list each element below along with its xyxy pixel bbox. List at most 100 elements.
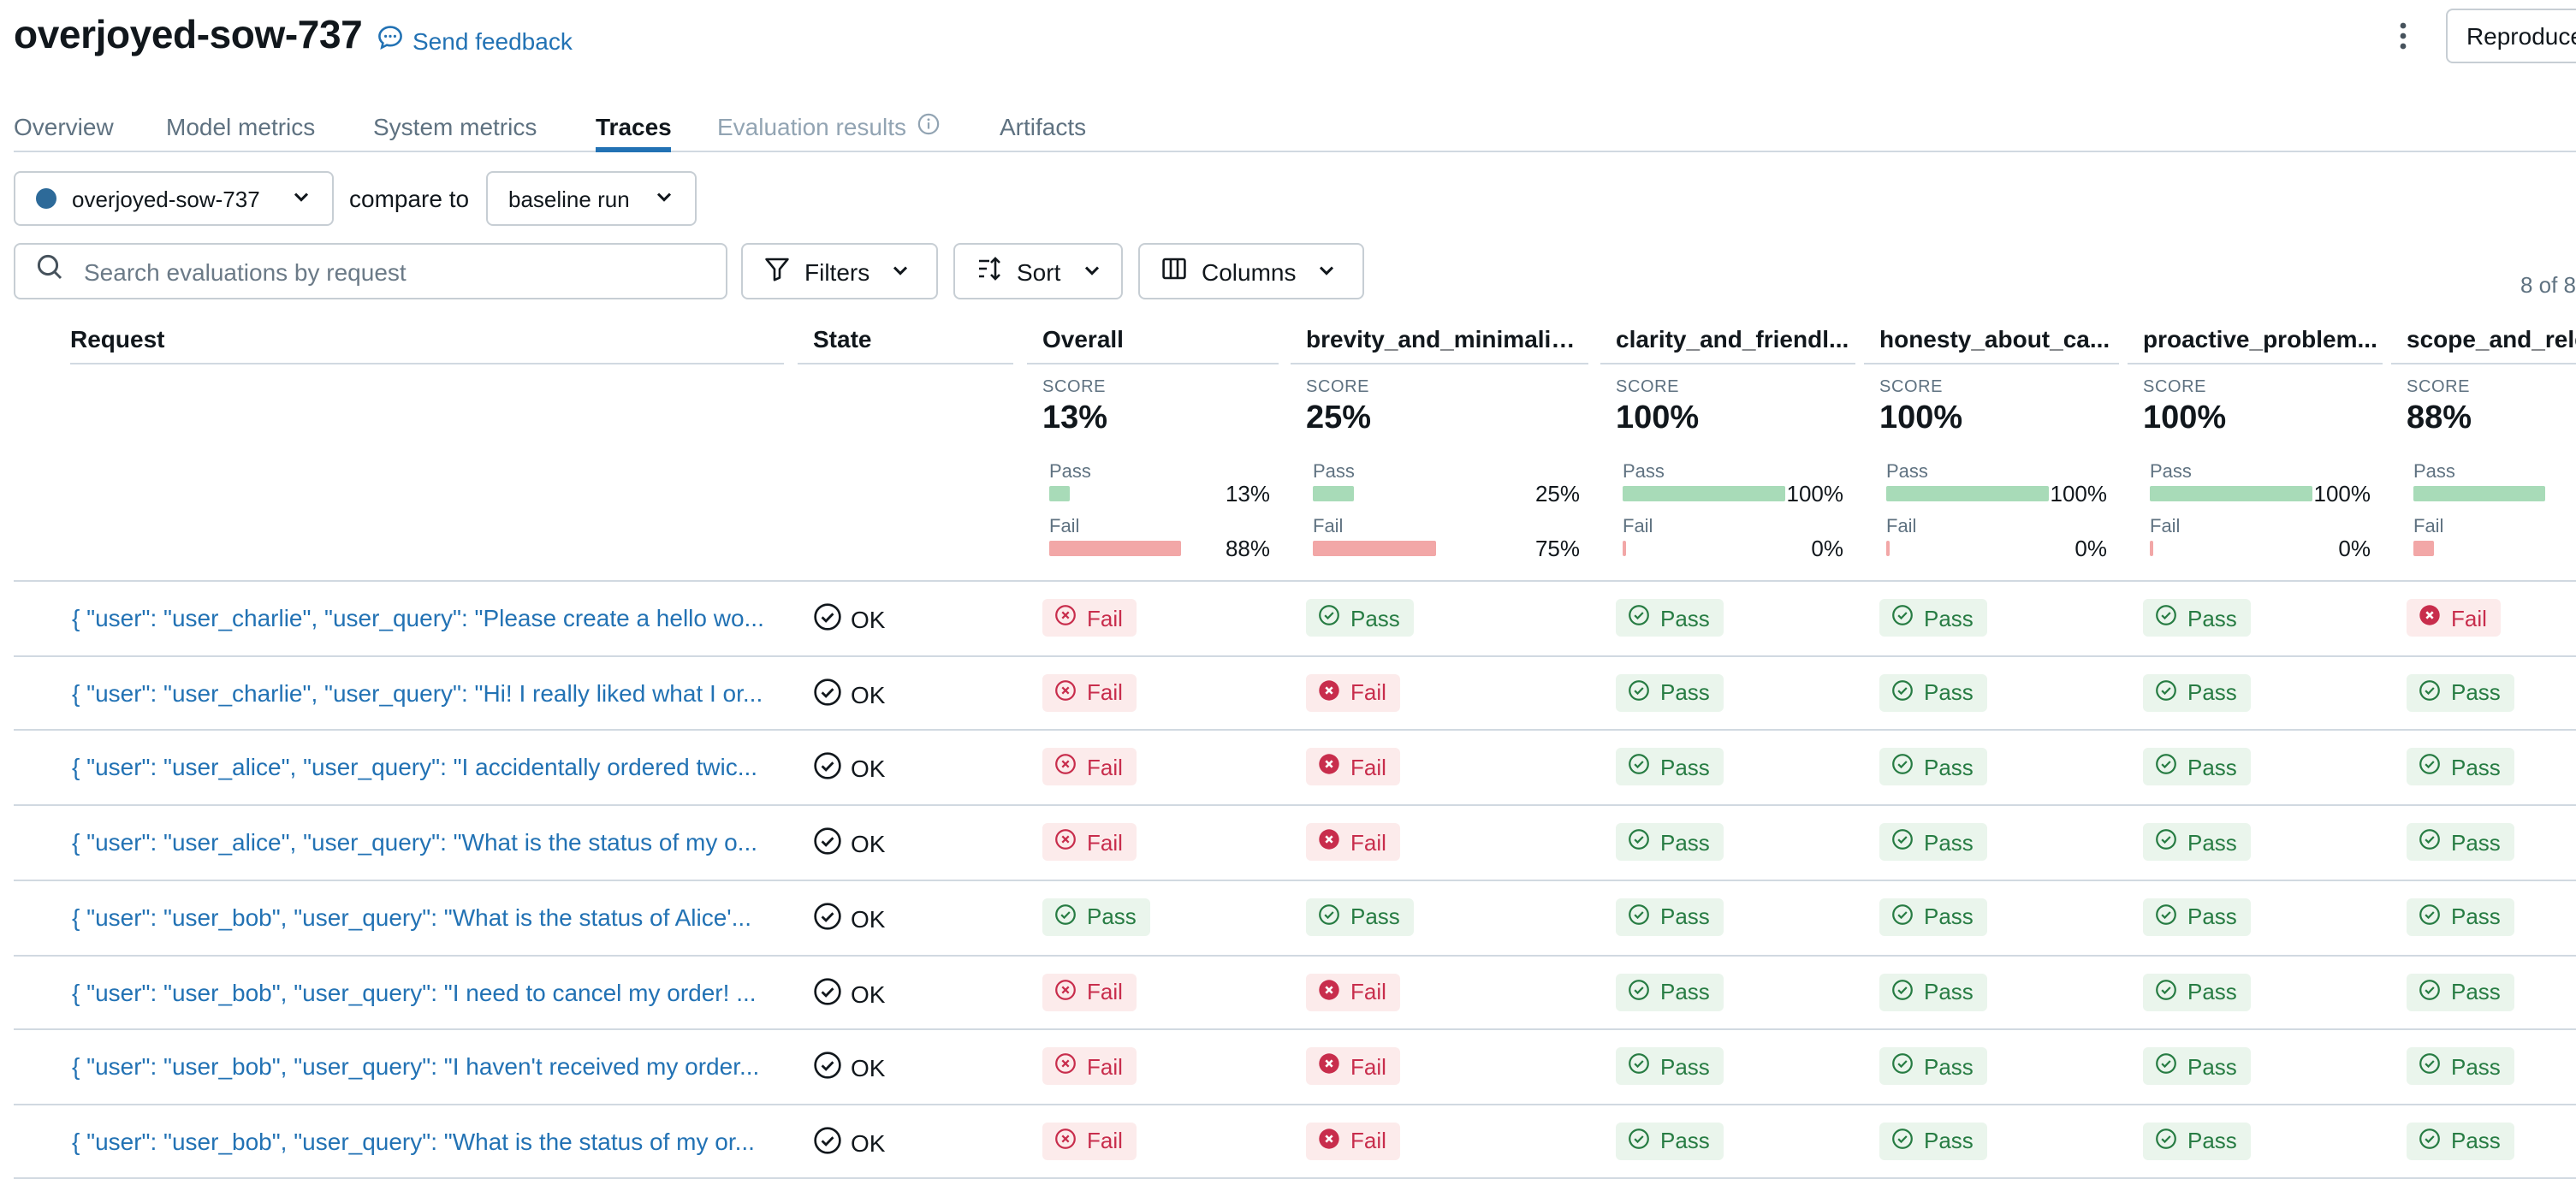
- fail-badge[interactable]: Fail: [1042, 673, 1137, 712]
- column-header-metric[interactable]: honesty_about_ca...: [1867, 325, 2114, 353]
- pass-badge[interactable]: Pass: [1616, 973, 1724, 1010]
- fail-badge[interactable]: Fail: [1306, 823, 1400, 862]
- tab-artifacts[interactable]: Artifacts: [1000, 106, 1086, 147]
- reproduce-run-button[interactable]: Reproduce Run: [2446, 9, 2576, 63]
- pass-badge[interactable]: Pass: [1042, 898, 1150, 936]
- column-header-state[interactable]: State: [813, 325, 1001, 353]
- pass-badge[interactable]: Pass: [1616, 748, 1724, 786]
- badge-label: Pass: [1660, 829, 1710, 856]
- fail-badge[interactable]: Fail: [1042, 1047, 1137, 1086]
- pass-badge[interactable]: Pass: [1616, 1047, 1724, 1086]
- tab-evaluation-results[interactable]: Evaluation results: [717, 106, 939, 147]
- pass-badge[interactable]: Pass: [1879, 673, 1987, 712]
- table-row[interactable]: { "user": "user_alice", "user_query": "I…: [14, 729, 2576, 803]
- pass-badge[interactable]: Pass: [2143, 1047, 2251, 1086]
- pass-badge[interactable]: Pass: [1879, 973, 1987, 1010]
- pass-badge[interactable]: Pass: [1879, 1122, 1987, 1160]
- fail-badge[interactable]: Fail: [1306, 973, 1400, 1010]
- pass-badge[interactable]: Pass: [1879, 1047, 1987, 1086]
- fail-badge[interactable]: Fail: [1042, 973, 1137, 1010]
- tab-model-metrics[interactable]: Model metrics: [166, 106, 315, 147]
- pass-badge[interactable]: Pass: [1616, 1122, 1724, 1160]
- table-row[interactable]: { "user": "user_bob", "user_query": "I n…: [14, 954, 2576, 1028]
- pass-badge[interactable]: Pass: [2143, 599, 2251, 637]
- column-header-metric[interactable]: clarity_and_friendl...: [1604, 325, 1850, 353]
- baseline-run-select[interactable]: baseline run: [486, 171, 697, 226]
- check-circle-icon: [2155, 604, 2177, 631]
- pass-badge[interactable]: Pass: [2143, 823, 2251, 862]
- badge-label: Fail: [1350, 1128, 1386, 1154]
- badge-label: Pass: [1660, 979, 1710, 1004]
- send-feedback-link[interactable]: Send feedback: [377, 24, 573, 56]
- fail-badge[interactable]: Fail: [1306, 1047, 1400, 1086]
- request-link[interactable]: { "user": "user_bob", "user_query": "Wha…: [72, 1128, 781, 1155]
- info-icon[interactable]: [917, 113, 939, 140]
- pass-badge[interactable]: Pass: [2407, 748, 2514, 786]
- pass-badge[interactable]: Pass: [1616, 823, 1724, 862]
- pass-badge[interactable]: Pass: [2143, 673, 2251, 712]
- pass-badge[interactable]: Pass: [1616, 673, 1724, 712]
- table-row[interactable]: { "user": "user_bob", "user_query": "Wha…: [14, 879, 2576, 953]
- tab-system-metrics[interactable]: System metrics: [373, 106, 537, 147]
- request-link[interactable]: { "user": "user_charlie", "user_query": …: [72, 604, 781, 631]
- fail-badge[interactable]: Fail: [1042, 1122, 1137, 1160]
- pass-badge[interactable]: Pass: [2143, 898, 2251, 936]
- request-link[interactable]: { "user": "user_bob", "user_query": "I n…: [72, 978, 781, 1005]
- fail-bar-fill: [2413, 541, 2434, 556]
- request-link[interactable]: { "user": "user_alice", "user_query": "W…: [72, 828, 781, 856]
- pass-badge[interactable]: Pass: [2143, 1122, 2251, 1160]
- pass-badge[interactable]: Pass: [1879, 898, 1987, 936]
- fail-badge[interactable]: Fail: [1306, 673, 1400, 712]
- state-cell: OK: [813, 1051, 885, 1085]
- pass-badge[interactable]: Pass: [2143, 748, 2251, 786]
- fail-badge[interactable]: Fail: [2407, 599, 2501, 637]
- more-options-icon[interactable]: [2386, 17, 2420, 55]
- fail-badge[interactable]: Fail: [1306, 748, 1400, 786]
- column-header-metric[interactable]: Overall: [1030, 325, 1273, 353]
- pass-percent: 100%: [2313, 481, 2371, 507]
- request-link[interactable]: { "user": "user_bob", "user_query": "I h…: [72, 1052, 781, 1080]
- table-row[interactable]: { "user": "user_alice", "user_query": "W…: [14, 804, 2576, 878]
- request-link[interactable]: { "user": "user_alice", "user_query": "I…: [72, 754, 781, 781]
- tab-overview[interactable]: Overview: [14, 106, 114, 147]
- request-link[interactable]: { "user": "user_bob", "user_query": "Wha…: [72, 904, 781, 931]
- fail-badge[interactable]: Fail: [1042, 748, 1137, 786]
- pass-badge[interactable]: Pass: [1616, 599, 1724, 637]
- pass-badge[interactable]: Pass: [1879, 748, 1987, 786]
- x-circle-icon: [1054, 754, 1077, 781]
- table-row[interactable]: { "user": "user_charlie", "user_query": …: [14, 655, 2576, 728]
- x-circle-icon: [1054, 1052, 1077, 1080]
- column-header-metric[interactable]: brevity_and_minimalism: [1294, 325, 1583, 353]
- badge-label: Pass: [1924, 1128, 1974, 1154]
- fail-badge[interactable]: Fail: [1306, 1122, 1400, 1160]
- pass-badge[interactable]: Pass: [2407, 673, 2514, 712]
- column-header-request[interactable]: Request: [70, 325, 772, 353]
- run-select[interactable]: overjoyed-sow-737: [14, 171, 334, 226]
- table-row[interactable]: { "user": "user_charlie", "user_query": …: [14, 580, 2576, 654]
- pass-badge[interactable]: Pass: [1616, 898, 1724, 936]
- pass-badge[interactable]: Pass: [1879, 823, 1987, 862]
- compare-to-label: compare to: [349, 185, 470, 212]
- score-label: SCORE: [1879, 378, 1944, 397]
- pass-badge[interactable]: Pass: [2407, 823, 2514, 862]
- column-header-metric[interactable]: scope_and_releva...: [2395, 325, 2576, 353]
- column-header-metric[interactable]: proactive_problem...: [2131, 325, 2377, 353]
- table-row[interactable]: { "user": "user_bob", "user_query": "Wha…: [14, 1103, 2576, 1177]
- pass-badge[interactable]: Pass: [2143, 973, 2251, 1010]
- fail-badge[interactable]: Fail: [1042, 823, 1137, 862]
- pass-badge[interactable]: Pass: [2407, 1122, 2514, 1160]
- pass-badge[interactable]: Pass: [1306, 898, 1414, 936]
- table-row[interactable]: { "user": "user_bob", "user_query": "I h…: [14, 1028, 2576, 1102]
- pass-badge[interactable]: Pass: [2407, 898, 2514, 936]
- request-link[interactable]: { "user": "user_charlie", "user_query": …: [72, 678, 781, 706]
- pass-badge[interactable]: Pass: [2407, 973, 2514, 1010]
- tab-traces[interactable]: Traces: [596, 106, 673, 152]
- fail-badge[interactable]: Fail: [1042, 599, 1137, 637]
- check-circle-icon: [2155, 678, 2177, 706]
- pass-badge[interactable]: Pass: [2407, 1047, 2514, 1086]
- state-label: OK: [851, 1129, 886, 1157]
- x-circle-icon: [2419, 604, 2441, 631]
- state-cell: OK: [813, 976, 885, 1010]
- pass-badge[interactable]: Pass: [1306, 599, 1414, 637]
- pass-badge[interactable]: Pass: [1879, 599, 1987, 637]
